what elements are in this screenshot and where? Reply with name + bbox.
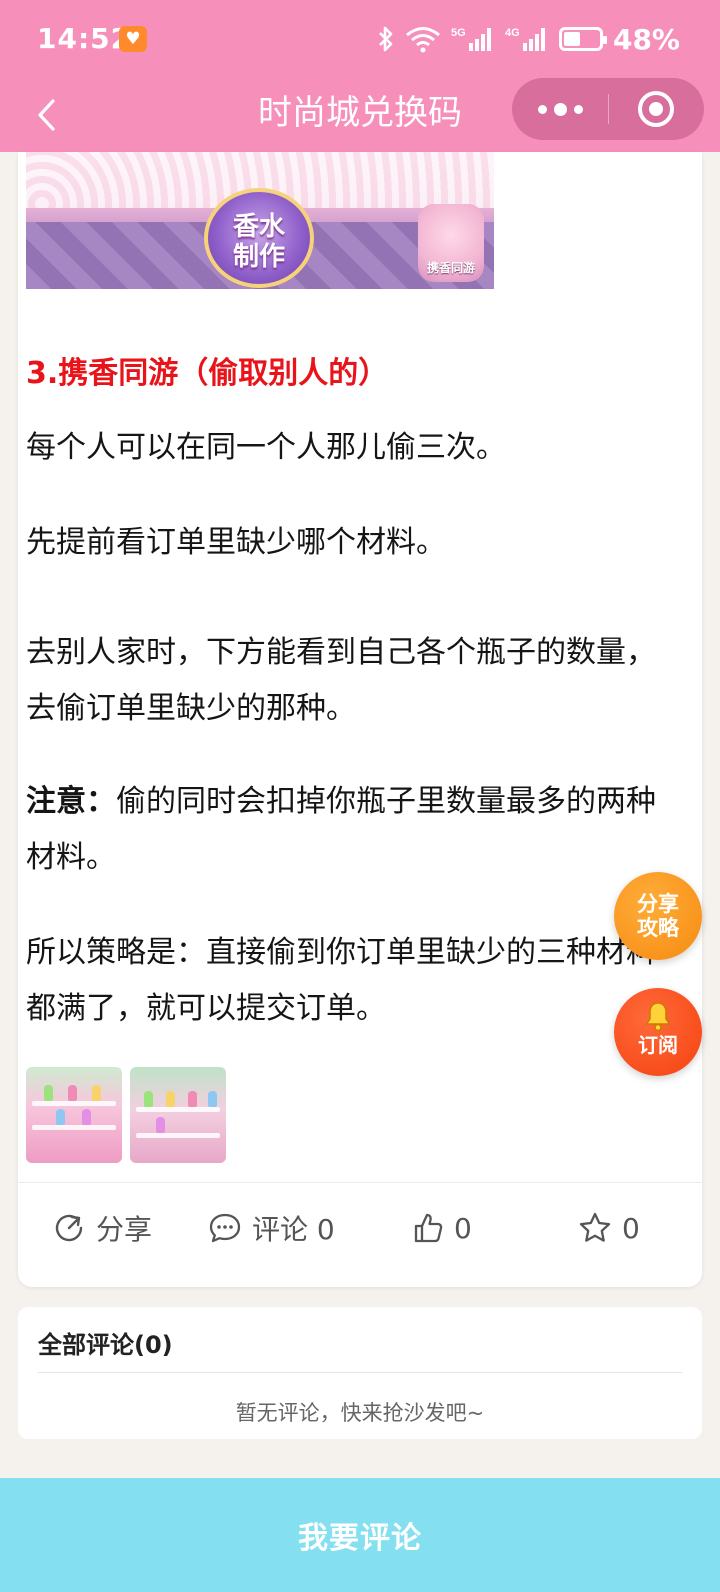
perfume-trip-icon: 携香同游 [418,204,484,282]
paragraph-2: 先提前看订单里缺少哪个材料。 [26,525,446,560]
like-button[interactable]: 0 [412,1183,472,1273]
share-guide-line1: 分享 [637,892,679,916]
bell-icon [645,1002,671,1032]
paragraph-5: 所以策略是：直接偷到你订单里缺少的三种材料都满了，就可以提交订单。 [26,935,656,1026]
bottle [68,1085,77,1101]
shelf [32,1125,116,1130]
miniprogram-capsule [512,78,704,140]
screenshot-thumbnail-1[interactable] [26,1067,122,1163]
shelf [136,1133,220,1138]
status-bar: 14:52 ♥ 5G 4G 48% [0,0,720,78]
share-label: 分享 [96,1213,153,1246]
more-button[interactable] [512,78,608,140]
wifi-icon [406,27,440,53]
target-circle-icon [638,91,674,127]
comment-bubble-icon [209,1213,241,1243]
battery-percent: 48% [612,22,680,56]
star-icon [579,1212,611,1242]
share-icon [55,1214,83,1242]
bottle [82,1109,91,1125]
favorite-count: 0 [622,1211,640,1245]
bottle [92,1085,101,1101]
article-banner-image[interactable]: 香水 制作 携香同游 [26,152,494,289]
status-time: 14:52 [37,22,132,55]
signal-5g-icon: 5G [451,27,491,51]
thumbs-up-icon [414,1213,443,1243]
comment-button[interactable]: 评论 0 [208,1183,335,1273]
bottle [166,1091,175,1107]
bottle [56,1109,65,1125]
comments-section: 全部评论(0) 暂无评论，快来抢沙发吧~ [18,1307,702,1439]
paragraph-3: 去别人家时，下方能看到自己各个瓶子的数量，去偷订单里缺少的那种。 [26,635,656,726]
svg-text:4G: 4G [505,27,520,39]
bottle [188,1091,197,1107]
favorite-button[interactable]: 0 [578,1183,640,1273]
bottle [208,1091,217,1107]
more-dot-icon [553,102,567,116]
comment-label: 评论 0 [252,1213,335,1246]
battery-icon [558,27,607,51]
shelf [136,1107,220,1112]
status-indicators: 5G 4G 48% [377,20,680,58]
battery-fill [563,32,580,46]
bottle [144,1091,153,1107]
comments-empty-text: 暂无评论，快来抢沙发吧~ [235,1401,485,1425]
article-card: 香水 制作 携香同游 3.携香同游（偷取别人的） 每个人可以在同一个人那儿偷三次… [18,152,702,1287]
svg-text:5G: 5G [451,27,466,39]
share-button[interactable]: 分享 [52,1183,152,1273]
heart-notification-icon: ♥ [119,26,147,52]
screenshot-thumbnail-2[interactable] [130,1067,226,1163]
paragraph-4: 注意：偷的同时会扣掉你瓶子里数量最多的两种材料。 [26,774,666,886]
note-text: 偷的同时会扣掉你瓶子里数量最多的两种材料。 [26,784,656,875]
shelf [32,1101,116,1106]
write-comment-label: 我要评论 [298,1521,422,1556]
comments-title: 全部评论(0) [38,1331,173,1359]
more-dot-icon [537,104,547,114]
more-dot-icon [573,104,583,114]
bluetooth-icon [379,26,393,52]
perfume-making-badge: 香水 制作 [204,188,314,288]
write-comment-button[interactable]: 我要评论 [0,1478,720,1592]
section-heading: 3.携香同游（偷取别人的） [26,356,389,391]
signal-4g-icon: 4G [505,27,545,51]
share-guide-line2: 攻略 [637,916,679,940]
close-miniprogram-button[interactable] [608,78,704,140]
subscribe-label: 订阅 [638,1033,678,1057]
subscribe-fab[interactable]: 订阅 [614,988,702,1076]
like-count: 0 [454,1211,472,1245]
paragraph-1: 每个人可以在同一个人那儿偷三次。 [26,430,506,465]
nav-bar: 时尚城兑换码 [0,78,720,152]
bottle [156,1117,165,1133]
badge-text: 香水 制作 [232,212,285,272]
note-label: 注意： [26,784,116,819]
share-guide-fab[interactable]: 分享 攻略 [614,872,702,960]
divider [38,1372,682,1373]
perfume-trip-label: 携香同游 [426,261,475,275]
bottle [44,1085,53,1101]
article-action-bar: 分享 评论 0 0 0 [18,1182,702,1272]
